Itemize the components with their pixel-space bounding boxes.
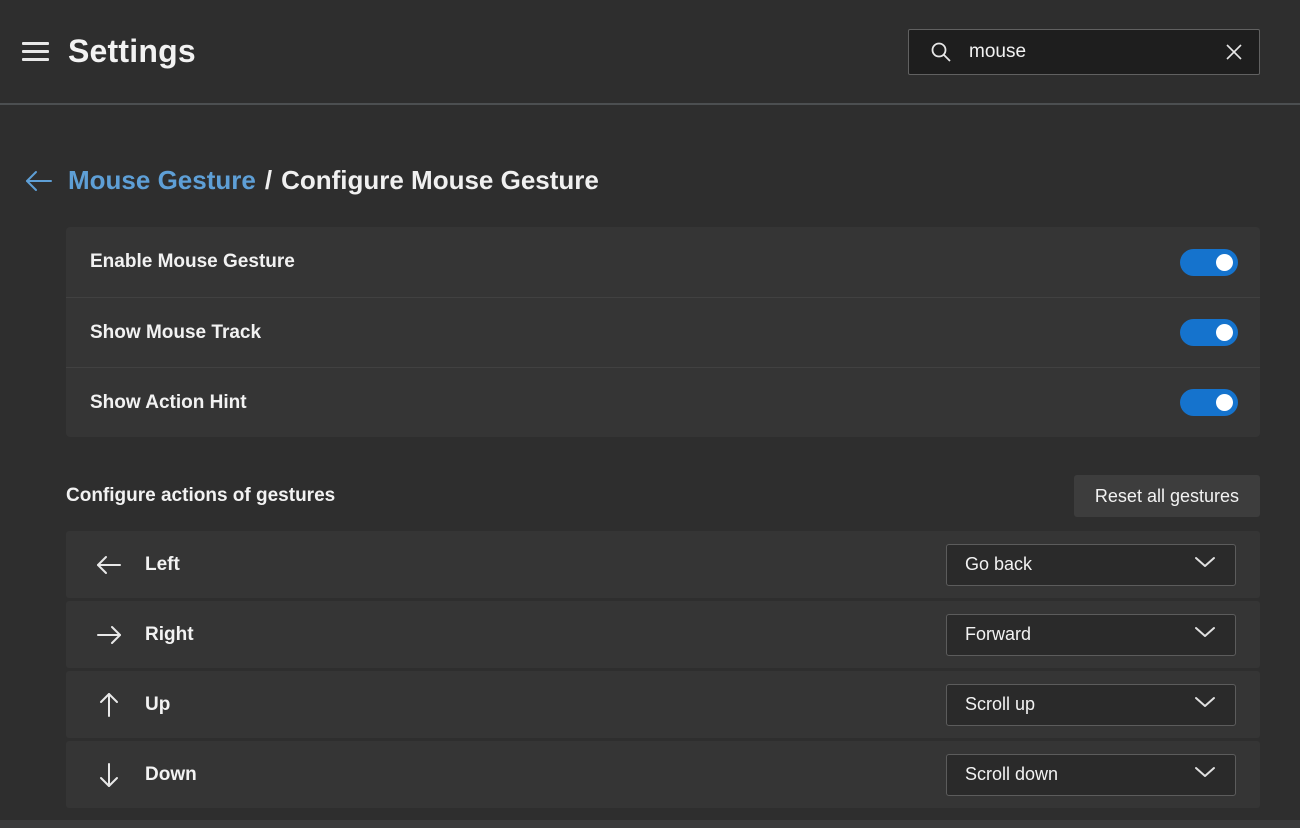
back-arrow-icon[interactable]: [24, 169, 54, 193]
setting-row-show-action-hint: Show Action Hint: [66, 367, 1260, 437]
search-box[interactable]: [908, 29, 1260, 75]
setting-label: Show Mouse Track: [90, 322, 261, 344]
gesture-direction-label: Left: [145, 554, 180, 576]
action-dropdown-value: Scroll down: [965, 764, 1193, 785]
toggle-switch-show-mouse-track[interactable]: [1180, 319, 1238, 346]
gesture-row-up: Up Scroll up: [66, 671, 1260, 738]
action-dropdown-value: Scroll up: [965, 694, 1193, 715]
gesture-direction-label: Up: [145, 694, 170, 716]
toggle-settings-card: Enable Mouse Gesture Show Mouse Track Sh…: [66, 227, 1260, 437]
breadcrumb: Mouse Gesture / Configure Mouse Gesture: [24, 165, 1260, 196]
breadcrumb-parent-link[interactable]: Mouse Gesture: [68, 165, 256, 196]
action-dropdown-value: Go back: [965, 554, 1193, 575]
gesture-row-down: Down Scroll down: [66, 741, 1260, 808]
chevron-down-icon: [1193, 625, 1217, 644]
action-dropdown-up[interactable]: Scroll up: [946, 684, 1236, 726]
gesture-row-right: Right Forward: [66, 601, 1260, 668]
page-title: Settings: [68, 33, 196, 70]
setting-row-show-mouse-track: Show Mouse Track: [66, 297, 1260, 367]
gesture-direction-label: Right: [145, 624, 194, 646]
toggle-switch-show-action-hint[interactable]: [1180, 389, 1238, 416]
breadcrumb-separator: /: [265, 165, 272, 196]
search-icon: [929, 40, 953, 64]
arrow-up-icon: [95, 691, 123, 719]
chevron-down-icon: [1193, 555, 1217, 574]
section-title: Configure actions of gestures: [66, 485, 335, 507]
toggle-knob: [1216, 394, 1233, 411]
setting-label: Show Action Hint: [90, 392, 247, 414]
setting-label: Enable Mouse Gesture: [90, 251, 295, 273]
action-dropdown-right[interactable]: Forward: [946, 614, 1236, 656]
toggle-knob: [1216, 254, 1233, 271]
toggle-knob: [1216, 324, 1233, 341]
toggle-switch-enable-mouse-gesture[interactable]: [1180, 249, 1238, 276]
setting-row-enable-mouse-gesture: Enable Mouse Gesture: [66, 227, 1260, 297]
search-input[interactable]: [969, 41, 1213, 63]
settings-header: Settings: [0, 0, 1300, 105]
arrow-down-icon: [95, 761, 123, 789]
breadcrumb-current: Configure Mouse Gesture: [281, 165, 599, 196]
gesture-section-header: Configure actions of gestures Reset all …: [66, 475, 1260, 517]
next-row-peek: [0, 820, 1300, 828]
gesture-list: Left Go back Right Forward: [66, 531, 1260, 808]
reset-all-gestures-button[interactable]: Reset all gestures: [1074, 475, 1260, 517]
action-dropdown-down[interactable]: Scroll down: [946, 754, 1236, 796]
chevron-down-icon: [1193, 765, 1217, 784]
arrow-right-icon: [95, 623, 123, 647]
action-dropdown-value: Forward: [965, 624, 1193, 645]
hamburger-menu-icon[interactable]: [22, 42, 49, 61]
gesture-direction-label: Down: [145, 764, 197, 786]
arrow-left-icon: [95, 553, 123, 577]
close-icon[interactable]: [1223, 41, 1245, 63]
gesture-row-left: Left Go back: [66, 531, 1260, 598]
action-dropdown-left[interactable]: Go back: [946, 544, 1236, 586]
chevron-down-icon: [1193, 695, 1217, 714]
